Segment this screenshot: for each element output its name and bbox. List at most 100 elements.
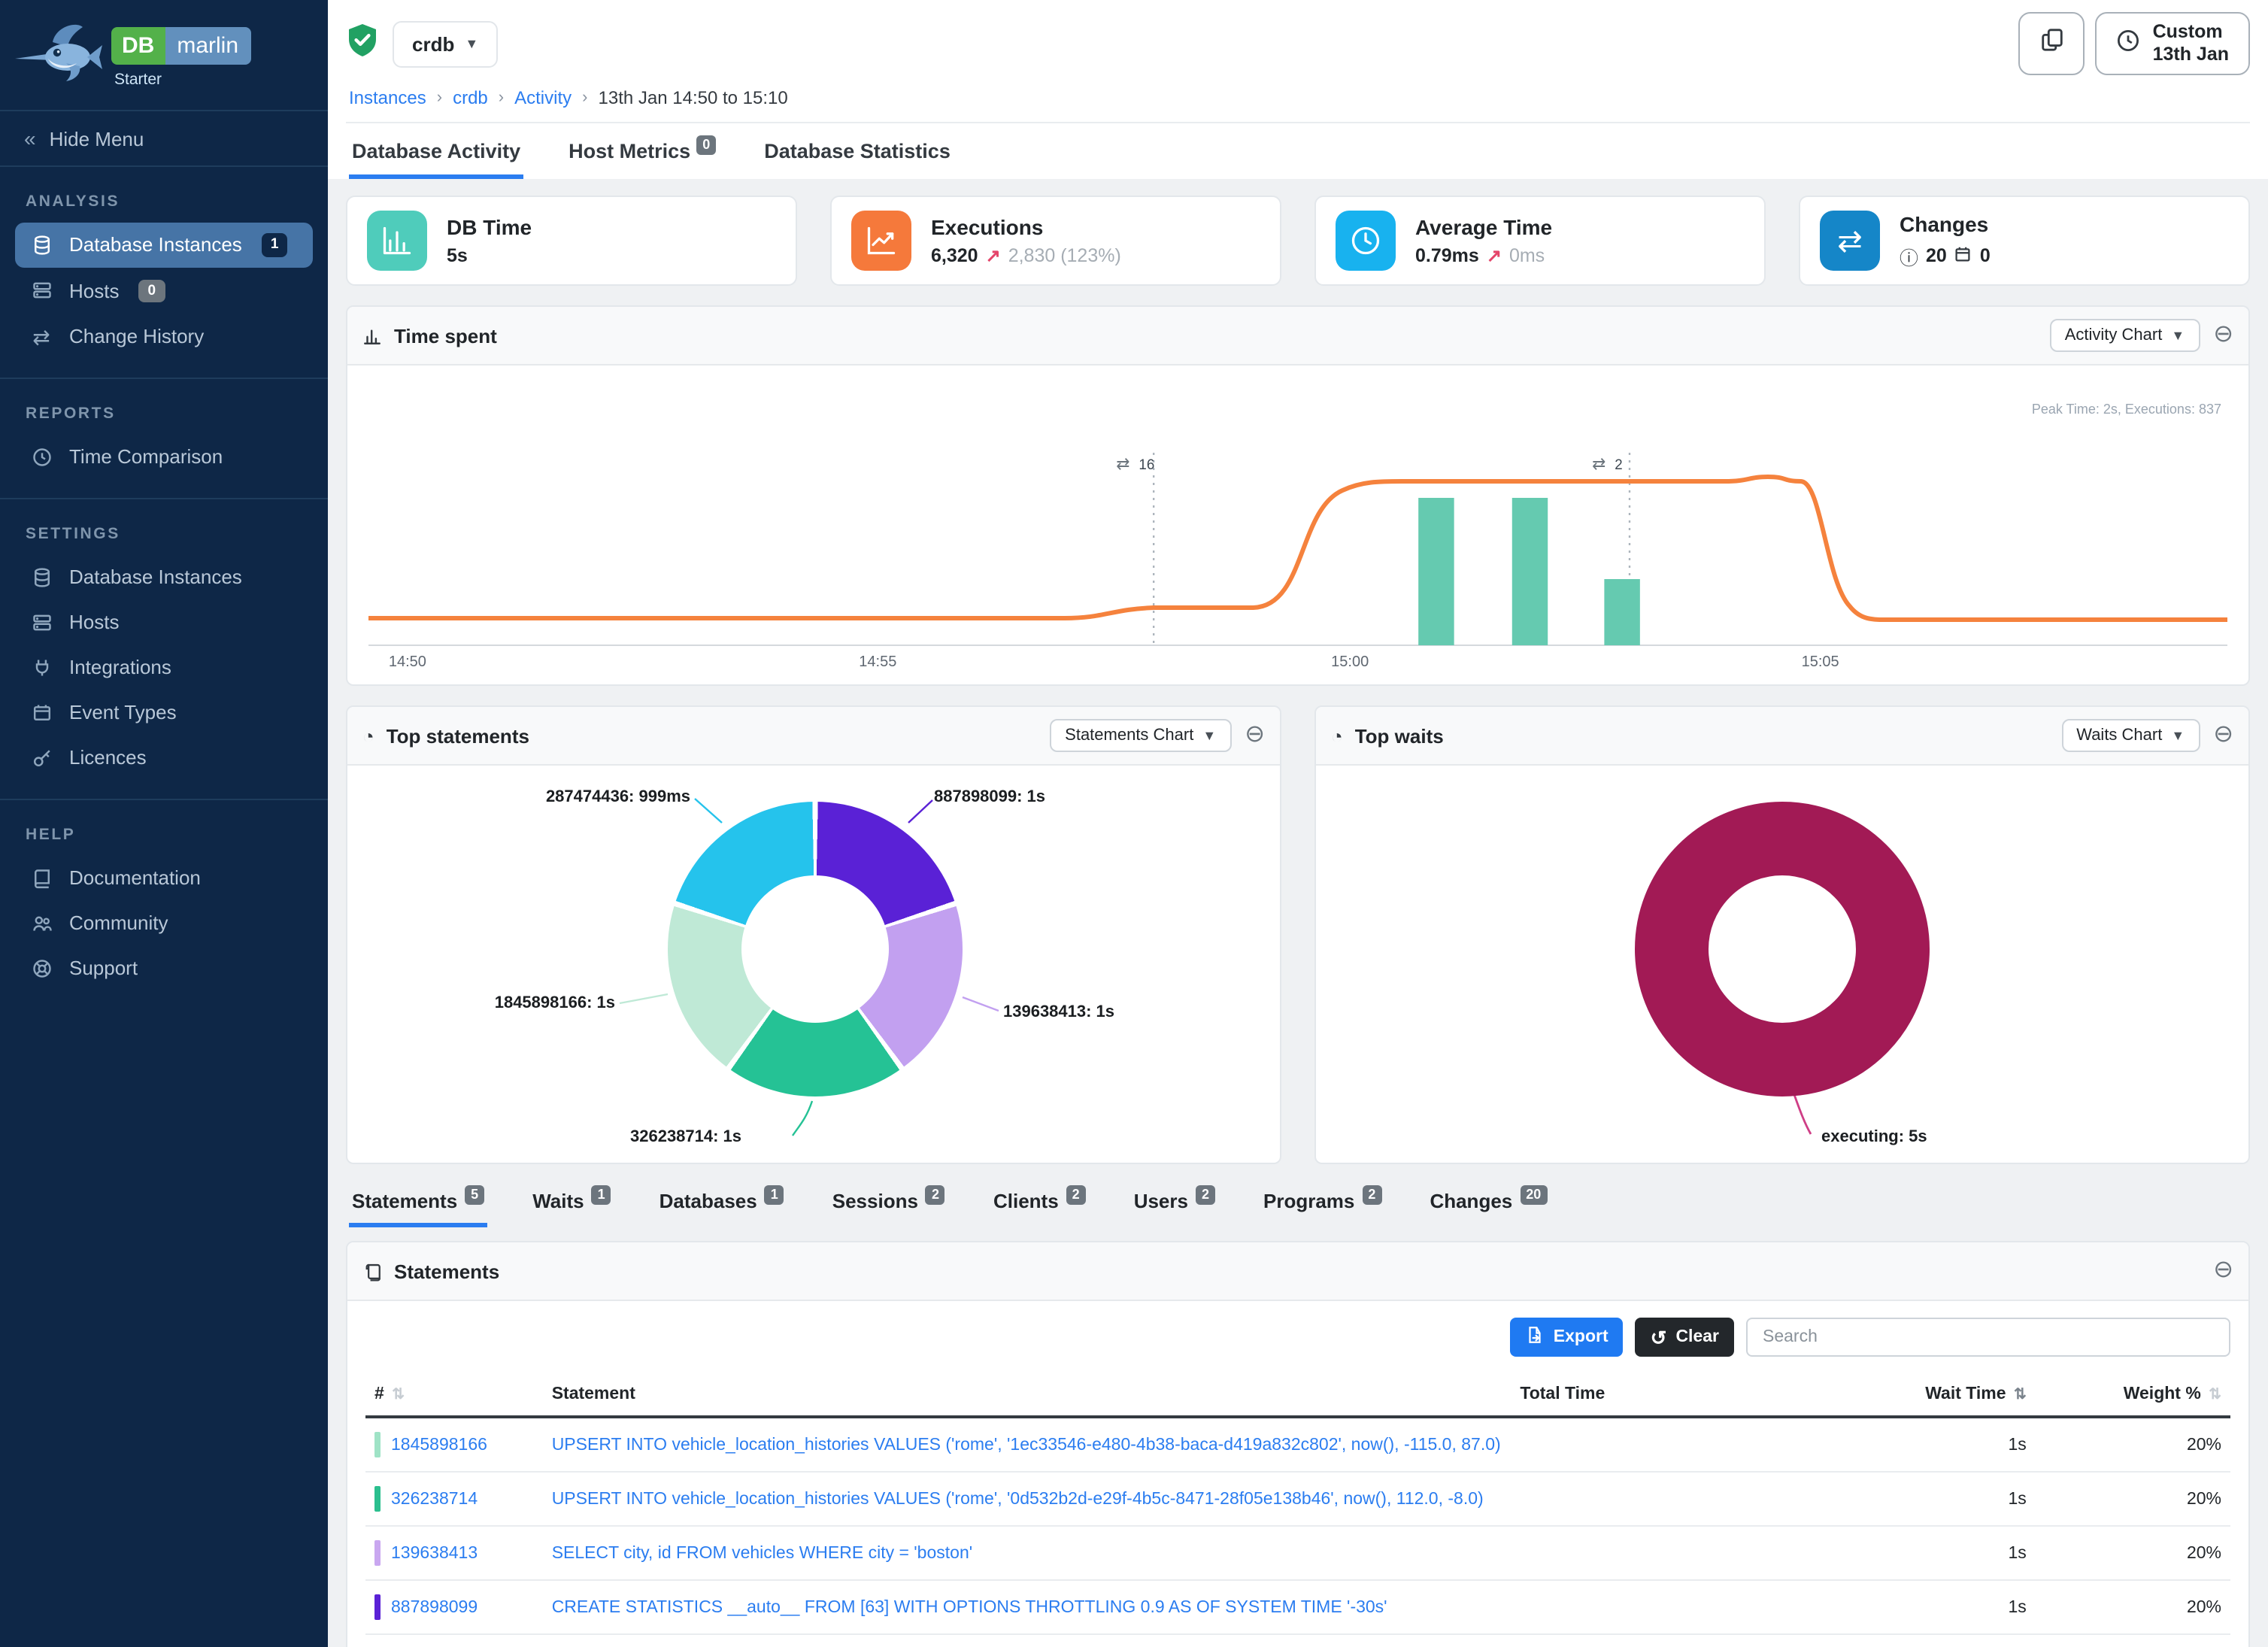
bar-chart-icon bbox=[367, 211, 427, 271]
sidebar-item-event-types[interactable]: Event Types bbox=[15, 690, 313, 734]
db-time-line bbox=[368, 477, 2227, 620]
sidebar-item-database-instances-settings[interactable]: Database Instances bbox=[15, 555, 313, 599]
tab-databases[interactable]: Databases 1 bbox=[656, 1187, 787, 1227]
panel-title: Statements bbox=[394, 1260, 499, 1282]
collapse-panel-icon[interactable]: ⊖ bbox=[1245, 723, 1265, 748]
sidebar-item-database-instances[interactable]: Database Instances 1 bbox=[15, 223, 313, 267]
clock-icon bbox=[1336, 211, 1396, 271]
database-icon bbox=[29, 235, 54, 256]
kpi-cards: DB Time 5s Executions 6,320 ↗ 2,830 (123… bbox=[346, 196, 2250, 286]
collapse-panel-icon[interactable]: ⊖ bbox=[2213, 723, 2233, 748]
sidebar-item-change-history[interactable]: ⇄ Change History bbox=[15, 314, 313, 358]
statement-color-bar bbox=[374, 1594, 381, 1620]
tab-sessions[interactable]: Sessions 2 bbox=[829, 1187, 948, 1227]
tab-users[interactable]: Users 2 bbox=[1131, 1187, 1218, 1227]
export-icon bbox=[1525, 1325, 1545, 1349]
sidebar-item-time-comparison[interactable]: Time Comparison bbox=[15, 435, 313, 478]
chevron-down-icon: ▼ bbox=[465, 36, 478, 51]
search-input[interactable] bbox=[1746, 1318, 2230, 1357]
sort-icon[interactable]: ⇅ bbox=[2209, 1387, 2221, 1403]
breadcrumb: Instances › crdb › Activity › 13th Jan 1… bbox=[349, 87, 2247, 108]
column-wait-time[interactable]: Wait Time ⇅ bbox=[1788, 1373, 2036, 1417]
sidebar-item-hosts-settings[interactable]: Hosts bbox=[15, 600, 313, 644]
tab-badge: 1 bbox=[765, 1185, 784, 1205]
detail-tabs: Statements 5 Waits 1 Databases 1 Session… bbox=[349, 1187, 2247, 1227]
time-spent-chart[interactable]: Peak Time: 2s, Executions: 837 ⇄ 16 bbox=[347, 365, 2248, 684]
sidebar-item-support[interactable]: Support bbox=[15, 946, 313, 990]
sidebar-item-documentation[interactable]: Documentation bbox=[15, 856, 313, 899]
clock-icon bbox=[2117, 28, 2141, 59]
change-marker-icon: ⇄ bbox=[1592, 454, 1605, 473]
statements-table-panel: Statements ⊖ Export ↺ Clear bbox=[346, 1241, 2250, 1647]
export-button[interactable]: Export bbox=[1510, 1318, 1624, 1357]
tab-database-statistics[interactable]: Database Statistics bbox=[761, 123, 954, 179]
statement-link[interactable]: UPSERT INTO vehicle_location_histories V… bbox=[552, 1436, 1502, 1454]
statement-color-bar bbox=[374, 1540, 381, 1566]
wait-time-value: 1s bbox=[1788, 1580, 2036, 1634]
statements-chart-selector[interactable]: Statements Chart ▼ bbox=[1050, 719, 1231, 752]
count-badge: 1 bbox=[262, 233, 288, 256]
statement-id-link[interactable]: 139638413 bbox=[391, 1544, 478, 1562]
instance-selector[interactable]: crdb ▼ bbox=[393, 20, 498, 67]
breadcrumb-crdb[interactable]: crdb bbox=[453, 87, 488, 108]
table-toolbar: Export ↺ Clear bbox=[347, 1301, 2248, 1370]
tab-clients[interactable]: Clients 2 bbox=[990, 1187, 1089, 1227]
copy-link-button[interactable] bbox=[2019, 12, 2085, 75]
breadcrumb-instances[interactable]: Instances bbox=[349, 87, 426, 108]
statement-link[interactable]: UPSERT INTO vehicle_location_histories V… bbox=[552, 1490, 1502, 1508]
info-icon: ⓘ bbox=[1900, 241, 1918, 270]
weight-value: 20% bbox=[2036, 1580, 2230, 1634]
brand-logo: DB marlin Starter bbox=[0, 0, 328, 110]
kpi-average-time: Average Time 0.79ms ↗ 0ms bbox=[1314, 196, 1766, 286]
book-icon bbox=[29, 867, 54, 888]
brand-db-badge: DB bbox=[111, 27, 165, 65]
statement-color-bar bbox=[374, 1486, 381, 1512]
top-statements-panel: ◔ Top statements Statements Chart ▼ ⊖ bbox=[346, 705, 1281, 1164]
statements-donut[interactable] bbox=[668, 802, 963, 1096]
page-tabs: Database Activity Host Metrics 0 Databas… bbox=[346, 122, 2250, 179]
collapse-panel-icon[interactable]: ⊖ bbox=[2213, 1259, 2233, 1283]
statements-table: # ⇅ Statement Total Time Wait Time ⇅ Wei… bbox=[365, 1373, 2230, 1647]
activity-chart-selector[interactable]: Activity Chart ▼ bbox=[2050, 319, 2200, 352]
waits-donut[interactable] bbox=[1635, 802, 1930, 1096]
tab-database-activity[interactable]: Database Activity bbox=[349, 123, 523, 179]
sidebar-item-integrations[interactable]: Integrations bbox=[15, 645, 313, 689]
sidebar-section-analysis: ANALYSIS Database Instances 1 Hosts 0 ⇄ … bbox=[0, 167, 328, 378]
pie-chart-icon: ◔ bbox=[362, 726, 374, 745]
sidebar-item-community[interactable]: Community bbox=[15, 901, 313, 945]
statement-link[interactable]: CREATE STATISTICS __auto__ FROM [63] WIT… bbox=[552, 1598, 1502, 1616]
time-range-button[interactable]: Custom 13th Jan bbox=[2096, 12, 2250, 75]
database-icon bbox=[29, 566, 54, 587]
line-chart-icon bbox=[851, 211, 911, 271]
waits-chart-selector[interactable]: Waits Chart ▼ bbox=[2061, 719, 2200, 752]
breadcrumb-activity[interactable]: Activity bbox=[514, 87, 572, 108]
weight-value: 20% bbox=[2036, 1417, 2230, 1472]
sort-icon[interactable]: ⇅ bbox=[2014, 1387, 2027, 1403]
hide-menu-button[interactable]: « Hide Menu bbox=[0, 110, 328, 167]
tab-changes[interactable]: Changes 20 bbox=[1427, 1187, 1550, 1227]
tab-badge: 2 bbox=[1066, 1185, 1086, 1205]
tab-badge: 1 bbox=[592, 1185, 611, 1205]
statement-link[interactable]: SELECT city, id FROM vehicles WHERE city… bbox=[552, 1544, 1502, 1562]
column-weight[interactable]: Weight % ⇅ bbox=[2036, 1373, 2230, 1417]
statement-id-link[interactable]: 326238714 bbox=[391, 1490, 478, 1508]
sort-icon[interactable]: ⇅ bbox=[392, 1387, 405, 1403]
kpi-executions: Executions 6,320 ↗ 2,830 (123%) bbox=[830, 196, 1281, 286]
statement-id-link[interactable]: 1845898166 bbox=[391, 1436, 487, 1454]
dbmarlin-app: DB marlin Starter « Hide Menu ANALYSIS D… bbox=[0, 0, 2268, 1647]
change-marker-count: 2 bbox=[1615, 457, 1622, 473]
sidebar-item-licences[interactable]: Licences bbox=[15, 736, 313, 779]
section-title: REPORTS bbox=[15, 391, 313, 433]
statement-id-link[interactable]: 887898099 bbox=[391, 1598, 478, 1616]
change-marker-icon: ⇄ bbox=[1116, 454, 1129, 473]
column-id[interactable]: # ⇅ bbox=[365, 1373, 543, 1417]
sidebar-item-hosts[interactable]: Hosts 0 bbox=[15, 268, 313, 313]
executions-bar bbox=[1418, 498, 1454, 645]
time-spent-panel: Time spent Activity Chart ▼ ⊖ Peak Time:… bbox=[346, 305, 2250, 686]
tab-host-metrics[interactable]: Host Metrics 0 bbox=[565, 123, 719, 179]
tab-programs[interactable]: Programs 2 bbox=[1260, 1187, 1384, 1227]
collapse-panel-icon[interactable]: ⊖ bbox=[2213, 323, 2233, 347]
tab-waits[interactable]: Waits 1 bbox=[529, 1187, 614, 1227]
tab-statements[interactable]: Statements 5 bbox=[349, 1187, 487, 1227]
clear-button[interactable]: ↺ Clear bbox=[1636, 1318, 1734, 1357]
